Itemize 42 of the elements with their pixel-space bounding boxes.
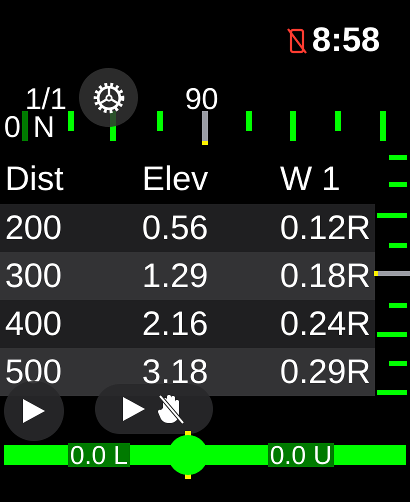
tick-mark [157,111,163,131]
tick-mark [389,243,407,248]
hand-off-icon [157,394,185,424]
tick-mark [377,213,407,218]
phone-disconnected-icon [286,28,308,54]
table-cell-text: 500 [4,352,63,392]
clock-time: 8:58 [312,21,380,60]
table-cell-text: 0.29R [279,352,372,392]
left-readout: 0.0 L [68,443,130,467]
elevation-marker [374,271,410,276]
table-cell-text: 300 [4,256,63,296]
tick-mark [389,303,407,308]
tick-mark [377,390,407,395]
table-cell-text: 0.56 [141,208,210,248]
tick-mark [380,111,386,141]
tick-mark [68,111,74,131]
table-cell-text: 0.18R [279,256,372,296]
table-cell-text: 400 [4,304,63,344]
column-header: W 1 [279,160,342,199]
tick-mark [389,182,407,187]
table-cell-text: 3.18 [141,352,210,392]
up-readout: 0.0 U [268,443,334,467]
tick-mark [22,111,28,141]
table-cell-text: 0.24R [279,304,372,344]
table-cell-text: 0.12R [279,208,372,248]
tick-mark [290,111,296,141]
heading-value: 0 [4,111,21,145]
play-hands-free-button[interactable] [95,384,213,434]
column-header: Elev [141,160,210,199]
column-header: Dist [4,160,65,199]
play-icon [123,397,145,421]
heading-value: 90 [185,83,218,117]
heading-marker [202,111,208,145]
tick-mark [377,332,407,337]
tick-mark [389,155,407,160]
tick-mark [246,111,252,131]
tick-mark [389,361,407,366]
table-cell-text: 200 [4,208,63,248]
play-icon [23,399,45,423]
table-cell-text: 1.29 [141,256,210,296]
tick-mark [335,111,341,131]
table-cell-text: 2.16 [141,304,210,344]
